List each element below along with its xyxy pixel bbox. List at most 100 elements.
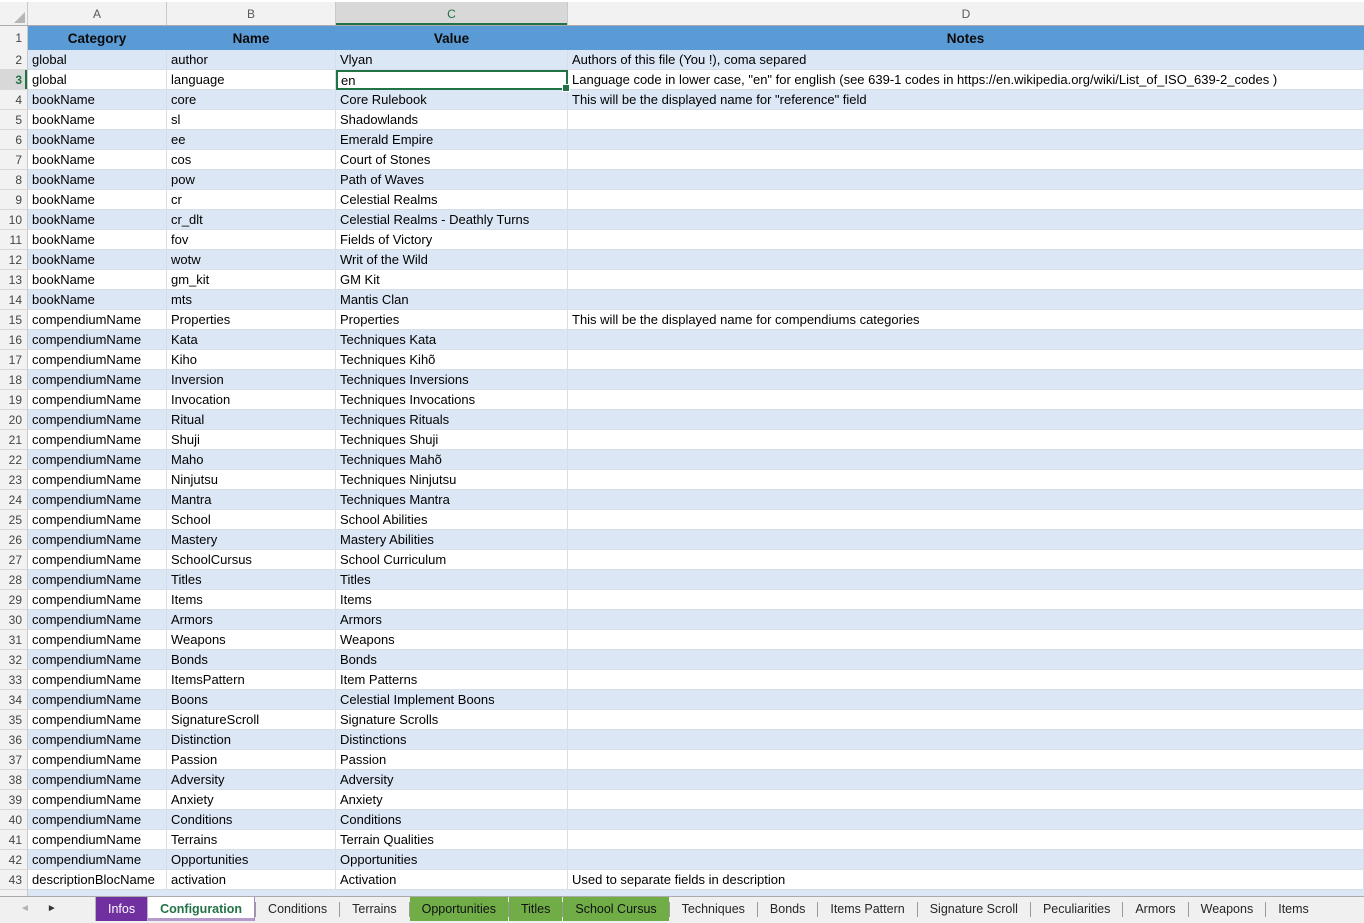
cell-name[interactable]: School <box>167 510 336 530</box>
cell-name[interactable]: cr <box>167 190 336 210</box>
cell-notes[interactable] <box>568 730 1364 750</box>
cell-name[interactable]: Kata <box>167 330 336 350</box>
cell-category[interactable]: compendiumName <box>28 510 167 530</box>
sheet-tab-configuration[interactable]: Configuration <box>147 897 255 921</box>
active-cell[interactable]: en <box>336 70 568 90</box>
row-number[interactable]: 36 <box>0 730 28 750</box>
cell-name[interactable]: Properties <box>167 310 336 330</box>
cell-category[interactable]: bookName <box>28 150 167 170</box>
cell-category[interactable]: global <box>28 50 167 70</box>
row-number[interactable]: 38 <box>0 770 28 790</box>
sheet-tab-bonds[interactable]: Bonds <box>758 897 817 921</box>
cell-value[interactable]: Celestial Realms <box>336 190 568 210</box>
tab-scroll-left-icon[interactable]: ◄ <box>20 904 30 914</box>
cell-name[interactable]: Anxiety <box>167 790 336 810</box>
row-number[interactable]: 18 <box>0 370 28 390</box>
cell-notes[interactable] <box>568 850 1364 870</box>
cell-name[interactable]: gm_kit <box>167 270 336 290</box>
cell-notes[interactable] <box>568 670 1364 690</box>
cell-value[interactable]: Passion <box>336 750 568 770</box>
cell-category[interactable]: compendiumName <box>28 450 167 470</box>
cell-notes[interactable] <box>568 490 1364 510</box>
row-number[interactable]: 31 <box>0 630 28 650</box>
column-header-b[interactable]: B <box>167 2 336 25</box>
cell-notes[interactable] <box>568 370 1364 390</box>
cell-category[interactable]: compendiumName <box>28 430 167 450</box>
cell-notes[interactable] <box>568 230 1364 250</box>
row-number[interactable]: 23 <box>0 470 28 490</box>
cell-name[interactable]: core <box>167 90 336 110</box>
cell-category[interactable]: descriptionBlocName <box>28 870 167 890</box>
cell-value[interactable]: School Curriculum <box>336 550 568 570</box>
cell-category[interactable]: bookName <box>28 170 167 190</box>
cell-value[interactable]: Shadowlands <box>336 110 568 130</box>
row-number[interactable]: 24 <box>0 490 28 510</box>
cell-category[interactable]: compendiumName <box>28 830 167 850</box>
cell-category[interactable]: compendiumName <box>28 310 167 330</box>
header-cell-value[interactable]: Value <box>336 26 568 50</box>
row-number[interactable]: 7 <box>0 150 28 170</box>
sheet-tab-school-cursus[interactable]: School Cursus <box>563 897 668 921</box>
cell-notes[interactable] <box>568 590 1364 610</box>
cell-category[interactable]: compendiumName <box>28 630 167 650</box>
row-number[interactable]: 30 <box>0 610 28 630</box>
header-cell-category[interactable]: Category <box>28 26 167 50</box>
cell-value[interactable]: Vlyan <box>336 50 568 70</box>
row-number[interactable]: 22 <box>0 450 28 470</box>
cell-value[interactable]: Signature Scrolls <box>336 710 568 730</box>
cell-notes[interactable] <box>568 550 1364 570</box>
cell-notes[interactable] <box>568 190 1364 210</box>
cell-category[interactable]: compendiumName <box>28 790 167 810</box>
row-number[interactable]: 43 <box>0 870 28 890</box>
cell-notes[interactable]: Authors of this file (You !), coma separ… <box>568 50 1364 70</box>
row-number[interactable]: 10 <box>0 210 28 230</box>
cell-notes[interactable] <box>568 830 1364 850</box>
row-number[interactable]: 32 <box>0 650 28 670</box>
cell-value[interactable]: Techniques Inversions <box>336 370 568 390</box>
cell-name[interactable]: cos <box>167 150 336 170</box>
row-number[interactable]: 34 <box>0 690 28 710</box>
cell-value[interactable]: Item Patterns <box>336 670 568 690</box>
row-number[interactable]: 35 <box>0 710 28 730</box>
sheet-tab-signature-scroll[interactable]: Signature Scroll <box>918 897 1030 921</box>
cell-notes[interactable]: This will be the displayed name for "ref… <box>568 90 1364 110</box>
cell-name[interactable]: Kiho <box>167 350 336 370</box>
sheet-tab-items[interactable]: Items <box>1266 897 1321 921</box>
cell-notes[interactable] <box>568 510 1364 530</box>
row-number[interactable]: 33 <box>0 670 28 690</box>
cell-notes[interactable]: This will be the displayed name for comp… <box>568 310 1364 330</box>
sheet-tab-opportunities[interactable]: Opportunities <box>410 897 508 921</box>
cell-value[interactable]: Writ of the Wild <box>336 250 568 270</box>
cell-value[interactable]: Adversity <box>336 770 568 790</box>
cell-name[interactable]: Mastery <box>167 530 336 550</box>
cell-name[interactable]: Ritual <box>167 410 336 430</box>
cell-notes[interactable] <box>568 390 1364 410</box>
cell-notes[interactable] <box>568 130 1364 150</box>
cell-notes[interactable] <box>568 110 1364 130</box>
cell-category[interactable]: bookName <box>28 250 167 270</box>
cell-value[interactable]: Techniques Mantra <box>336 490 568 510</box>
cell-value[interactable]: Anxiety <box>336 790 568 810</box>
row-number[interactable]: 3 <box>0 70 28 90</box>
cell-notes[interactable] <box>568 770 1364 790</box>
cell-category[interactable]: compendiumName <box>28 690 167 710</box>
cell-notes[interactable] <box>568 690 1364 710</box>
cell-category[interactable]: compendiumName <box>28 770 167 790</box>
cell-name[interactable]: mts <box>167 290 336 310</box>
cell-notes[interactable] <box>568 150 1364 170</box>
cell-name[interactable]: Maho <box>167 450 336 470</box>
row-number[interactable]: 41 <box>0 830 28 850</box>
cell-category[interactable]: compendiumName <box>28 370 167 390</box>
cell-value[interactable]: Techniques Shuji <box>336 430 568 450</box>
cell-name[interactable]: Adversity <box>167 770 336 790</box>
cell-value[interactable]: Celestial Realms - Deathly Turns <box>336 210 568 230</box>
row-number[interactable]: 15 <box>0 310 28 330</box>
cell-value[interactable]: Conditions <box>336 810 568 830</box>
row-number[interactable]: 16 <box>0 330 28 350</box>
row-number[interactable]: 21 <box>0 430 28 450</box>
row-number[interactable]: 12 <box>0 250 28 270</box>
cell-category[interactable]: bookName <box>28 90 167 110</box>
row-number[interactable]: 8 <box>0 170 28 190</box>
cell-name[interactable]: ItemsPattern <box>167 670 336 690</box>
row-number[interactable]: 1 <box>0 26 28 50</box>
